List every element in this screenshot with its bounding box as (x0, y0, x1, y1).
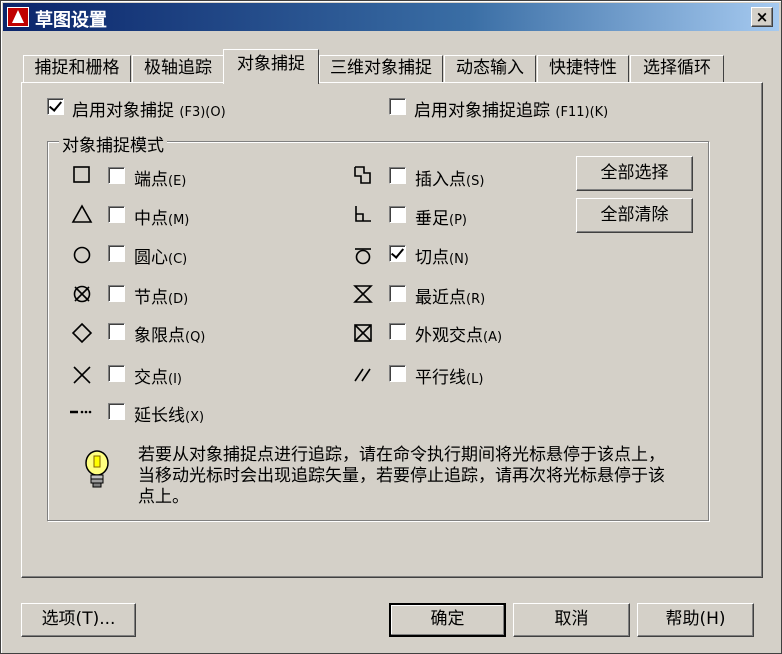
tab-dynamic-input[interactable]: 动态输入 (444, 55, 536, 83)
tab-object-snap[interactable]: 对象捕捉 (223, 49, 319, 84)
ok-button[interactable]: 确定 (389, 603, 506, 637)
object-snap-panel (21, 82, 763, 578)
options-button[interactable]: 选项(T)... (21, 603, 136, 637)
title-bar[interactable]: 草图设置 × (3, 3, 779, 31)
close-button[interactable]: × (751, 7, 773, 27)
tab-3d-object-snap[interactable]: 三维对象捕捉 (319, 55, 443, 83)
tab-quick-properties[interactable]: 快捷特性 (537, 55, 629, 83)
help-button[interactable]: 帮助(H) (637, 603, 754, 637)
tab-selection-cycling[interactable]: 选择循环 (630, 55, 724, 83)
tab-snap-and-grid[interactable]: 捕捉和栅格 (23, 55, 131, 83)
cancel-button[interactable]: 取消 (513, 603, 630, 637)
window-title: 草图设置 (35, 10, 107, 31)
tab-polar-tracking[interactable]: 极轴追踪 (132, 55, 224, 83)
autocad-logo-icon (7, 7, 29, 27)
drafting-settings-dialog: 草图设置 × 捕捉和栅格 极轴追踪 对象捕捉 三维对象捕捉 动态输入 快捷特性 … (0, 0, 782, 654)
